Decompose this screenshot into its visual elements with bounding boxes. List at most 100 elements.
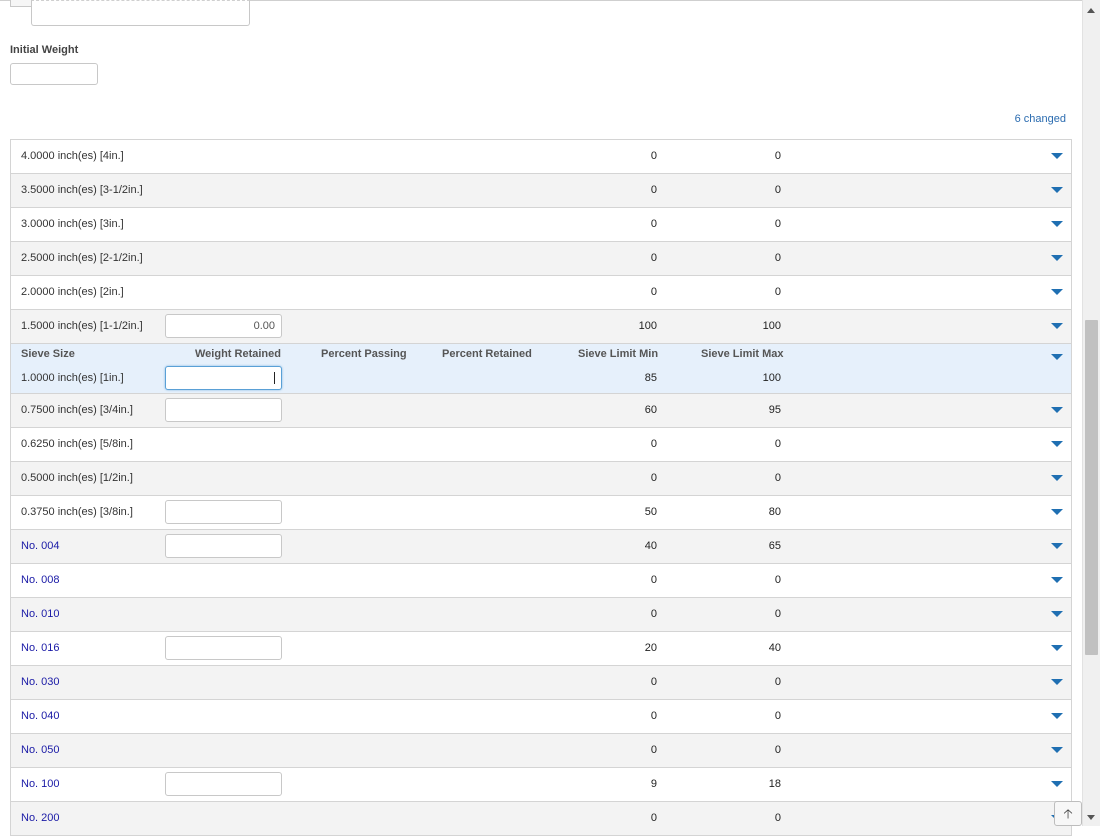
sieve-limit-max: 0 — [774, 218, 781, 230]
weight-retained-input[interactable] — [165, 636, 282, 660]
chevron-down-icon[interactable] — [1051, 255, 1063, 261]
chevron-down-icon[interactable] — [1051, 153, 1063, 159]
sieve-limit-max: 100 — [762, 320, 781, 332]
chevron-down-icon[interactable] — [1051, 611, 1063, 617]
table-row[interactable]: 4.0000 inch(es) [4in.] 0 0 — [11, 140, 1071, 174]
sieve-size: 3.5000 inch(es) [3-1/2in.] — [21, 184, 143, 196]
arrow-up-icon: 🡡 — [1063, 806, 1073, 821]
table-row[interactable]: 1.5000 inch(es) [1-1/2in.] 100 100 — [11, 310, 1071, 344]
chevron-down-icon[interactable] — [1051, 781, 1063, 787]
sieve-limit-max: 0 — [774, 710, 781, 722]
table-row[interactable]: 0.7500 inch(es) [3/4in.] 60 95 — [11, 394, 1071, 428]
sieve-limit-min: 0 — [650, 150, 657, 162]
sieve-size: 2.0000 inch(es) [2in.] — [21, 286, 124, 298]
sieve-limit-max: 0 — [774, 574, 781, 586]
chevron-down-icon[interactable] — [1051, 747, 1063, 753]
table-row[interactable]: No. 100 9 18 — [11, 768, 1071, 802]
chevron-down-icon[interactable] — [1051, 577, 1063, 583]
chevron-down-icon[interactable] — [1051, 323, 1063, 329]
header-sieve-limit-max: Sieve Limit Max — [701, 348, 784, 360]
table-row-active[interactable]: Sieve Size Weight Retained Percent Passi… — [11, 344, 1071, 394]
sieve-limit-max: 0 — [774, 184, 781, 196]
weight-retained-input[interactable] — [165, 772, 282, 796]
sieve-limit-max: 80 — [768, 506, 781, 518]
sieve-limit-min: 0 — [650, 744, 657, 756]
sieve-size: 1.5000 inch(es) [1-1/2in.] — [21, 320, 143, 332]
table-row[interactable]: No. 008 0 0 — [11, 564, 1071, 598]
sieve-size-link[interactable]: No. 004 — [21, 530, 60, 563]
weight-retained-input[interactable] — [165, 398, 282, 422]
sieve-size: 4.0000 inch(es) [4in.] — [21, 150, 124, 162]
sieve-size-link[interactable]: No. 100 — [21, 768, 60, 801]
sieve-limit-max: 0 — [774, 744, 781, 756]
table-row[interactable]: No. 004 40 65 — [11, 530, 1071, 564]
chevron-down-icon[interactable] — [1051, 679, 1063, 685]
table-row[interactable]: 2.0000 inch(es) [2in.] 0 0 — [11, 276, 1071, 310]
sieve-limit-min: 0 — [650, 184, 657, 196]
table-row[interactable]: No. 040 0 0 — [11, 700, 1071, 734]
table-row[interactable]: 3.0000 inch(es) [3in.] 0 0 — [11, 208, 1071, 242]
top-tab[interactable] — [10, 0, 32, 7]
chevron-down-icon[interactable] — [1051, 187, 1063, 193]
sieve-size-link[interactable]: No. 200 — [21, 802, 60, 835]
table-row[interactable]: 3.5000 inch(es) [3-1/2in.] 0 0 — [11, 174, 1071, 208]
sieve-limit-min: 0 — [650, 676, 657, 688]
sieve-limit-min: 0 — [650, 472, 657, 484]
chevron-down-icon[interactable] — [1051, 645, 1063, 651]
initial-weight-input[interactable] — [10, 63, 98, 85]
scrollbar-thumb[interactable] — [1085, 320, 1098, 655]
chevron-down-icon[interactable] — [1051, 441, 1063, 447]
changed-count[interactable]: 6 changed — [1015, 113, 1066, 125]
vertical-scrollbar[interactable] — [1082, 0, 1100, 826]
scroll-up-arrow-icon[interactable] — [1087, 8, 1095, 13]
scroll-to-top-button[interactable]: 🡡 — [1054, 801, 1082, 826]
scroll-down-arrow-icon[interactable] — [1087, 815, 1095, 820]
sieve-size-link[interactable]: No. 008 — [21, 564, 60, 597]
sieve-size-link[interactable]: No. 050 — [21, 734, 60, 767]
sieve-limit-min: 100 — [638, 320, 657, 332]
table-row[interactable]: 0.3750 inch(es) [3/8in.] 50 80 — [11, 496, 1071, 530]
sieve-size: 2.5000 inch(es) [2-1/2in.] — [21, 252, 143, 264]
sieve-limit-min: 85 — [644, 372, 657, 384]
chevron-down-icon[interactable] — [1051, 543, 1063, 549]
chevron-down-icon[interactable] — [1051, 713, 1063, 719]
table-row[interactable]: 0.5000 inch(es) [1/2in.] 0 0 — [11, 462, 1071, 496]
weight-retained-input[interactable] — [165, 534, 282, 558]
sieve-limit-min: 0 — [650, 608, 657, 620]
table-row[interactable]: No. 050 0 0 — [11, 734, 1071, 768]
sieve-size-link[interactable]: No. 040 — [21, 700, 60, 733]
chevron-down-icon[interactable] — [1051, 407, 1063, 413]
sieve-size-link[interactable]: No. 030 — [21, 666, 60, 699]
sieve-limit-max: 0 — [774, 438, 781, 450]
sieve-limit-min: 60 — [644, 404, 657, 416]
sieve-limit-max: 0 — [774, 472, 781, 484]
sieve-size: 1.0000 inch(es) [1in.] — [21, 372, 124, 384]
weight-retained-input[interactable] — [165, 314, 282, 338]
top-field[interactable] — [31, 0, 250, 26]
sieve-size-link[interactable]: No. 010 — [21, 598, 60, 631]
table-row[interactable]: No. 016 20 40 — [11, 632, 1071, 666]
sieve-size-link[interactable]: No. 016 — [21, 632, 60, 665]
sieve-limit-min: 0 — [650, 286, 657, 298]
table-row[interactable]: 0.6250 inch(es) [5/8in.] 0 0 — [11, 428, 1071, 462]
header-weight-retained: Weight Retained — [195, 348, 281, 360]
weight-retained-input[interactable] — [165, 366, 282, 390]
sieve-size: 3.0000 inch(es) [3in.] — [21, 218, 124, 230]
sieve-limit-min: 20 — [644, 642, 657, 654]
weight-retained-input[interactable] — [165, 500, 282, 524]
sieve-limit-max: 95 — [768, 404, 781, 416]
sieve-limit-max: 40 — [768, 642, 781, 654]
table-row[interactable]: No. 030 0 0 — [11, 666, 1071, 700]
header-sieve-size: Sieve Size — [21, 348, 75, 360]
chevron-down-icon[interactable] — [1051, 354, 1063, 360]
table-row[interactable]: 2.5000 inch(es) [2-1/2in.] 0 0 — [11, 242, 1071, 276]
chevron-down-icon[interactable] — [1051, 221, 1063, 227]
sieve-limit-max: 18 — [768, 778, 781, 790]
sieve-size: 0.6250 inch(es) [5/8in.] — [21, 438, 133, 450]
sieve-limit-max: 65 — [768, 540, 781, 552]
chevron-down-icon[interactable] — [1051, 509, 1063, 515]
chevron-down-icon[interactable] — [1051, 289, 1063, 295]
table-row[interactable]: No. 200 0 0 — [11, 802, 1071, 836]
chevron-down-icon[interactable] — [1051, 475, 1063, 481]
table-row[interactable]: No. 010 0 0 — [11, 598, 1071, 632]
